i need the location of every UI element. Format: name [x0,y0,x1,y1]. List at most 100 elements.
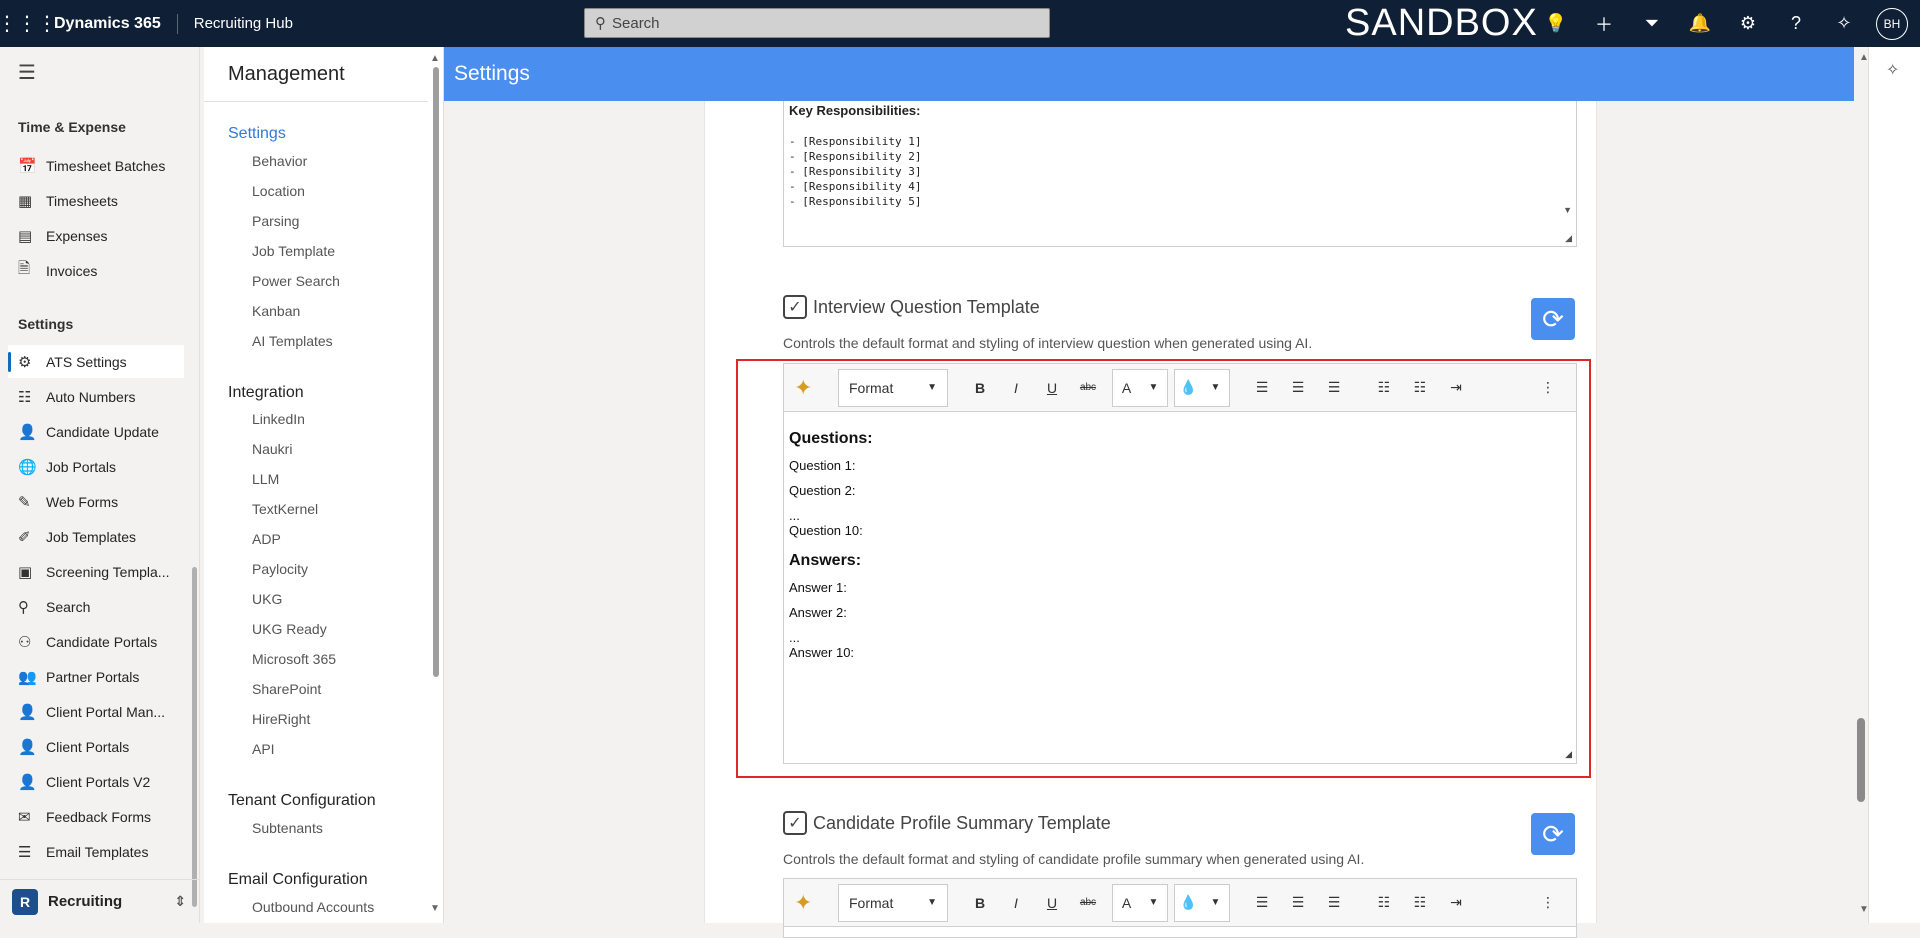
mgmt-item-sharepoint[interactable]: SharePoint [252,681,321,697]
font-color-picker[interactable]: A ▼ [1112,368,1168,407]
mgmt-item-naukri[interactable]: Naukri [252,441,292,457]
sidebar-item-screening-templates[interactable]: ▣ Screening Templa... [8,555,184,588]
align-center-icon[interactable]: ☰ [1280,885,1316,921]
mgmt-item-outbound-accounts[interactable]: Outbound Accounts [252,899,374,915]
indent-icon[interactable]: ⇥ [1438,370,1474,406]
filter-icon[interactable]: ⏷ [1628,0,1676,47]
mgmt-item-ukg-ready[interactable]: UKG Ready [252,621,327,637]
sidebar-item-job-templates[interactable]: ✐ Job Templates [8,520,184,553]
page-scrollbar[interactable] [1857,718,1865,802]
sidebar-item-candidate-update[interactable]: 👤 Candidate Update [8,415,184,448]
search-input[interactable]: ⚲ Search [584,8,1050,38]
candidate-summary-refresh-button[interactable]: ⟳ [1531,813,1575,855]
sidebar-item-timesheet-batches[interactable]: 📅 Timesheet Batches [8,149,184,182]
sidebar-item-expenses[interactable]: ▤ Expenses [8,219,184,252]
sidebar-item-job-portals[interactable]: 🌐 Job Portals [8,450,184,483]
hamburger-icon[interactable]: ☰ [18,60,36,85]
sidebar-item-candidate-portals[interactable]: ⚇ Candidate Portals [8,625,184,658]
sidebar-item-web-forms[interactable]: ✎ Web Forms [8,485,184,518]
sidebar-item-search[interactable]: ⚲ Search [8,590,184,623]
ai-sparkle-icon[interactable]: ✦ [794,375,830,401]
resize-handle-icon[interactable]: ◢ [1565,749,1572,760]
font-color-button[interactable]: A [1113,370,1140,406]
mgmt-item-parsing[interactable]: Parsing [252,213,299,229]
droplet-icon[interactable]: 💧 [1175,370,1202,406]
strikethrough-button[interactable]: abc [1070,370,1106,406]
mgmt-item-ukg[interactable]: UKG [252,591,282,607]
resize-handle-icon[interactable]: ◢ [1565,233,1572,244]
mgmt-item-api[interactable]: API [252,741,275,757]
editor-content[interactable]: Questions: Question 1: Question 2: ... Q… [784,412,1576,664]
mgmt-group-integration[interactable]: Integration [228,384,304,402]
mgmt-group-email-configuration[interactable]: Email Configuration [228,871,368,889]
align-left-icon[interactable]: ☰ [1244,885,1280,921]
sidebar-item-client-portals[interactable]: 👤 Client Portals [8,730,184,763]
interview-refresh-button[interactable]: ⟳ [1531,298,1575,340]
candidate-summary-checkbox[interactable]: ✓ [783,811,807,835]
bold-button[interactable]: B [962,885,998,921]
more-options-icon[interactable]: ⋮ [1530,885,1566,921]
mgmt-item-hireright[interactable]: HireRight [252,711,310,727]
copilot-icon[interactable]: ✧ [1886,60,1899,80]
align-right-icon[interactable]: ☰ [1316,370,1352,406]
font-color-button[interactable]: A [1113,885,1140,921]
mgmt-group-settings[interactable]: Settings [228,125,286,143]
brand-name[interactable]: Dynamics 365 [54,13,178,34]
more-options-icon[interactable]: ⋮ [1530,370,1566,406]
sidebar-item-client-portal-management[interactable]: 👤 Client Portal Man... [8,695,184,728]
mgmt-item-behavior[interactable]: Behavior [252,153,307,169]
mgmt-item-ai-templates[interactable]: AI Templates [252,333,333,349]
sidebar-item-timesheets[interactable]: ▦ Timesheets [8,184,184,217]
plus-icon[interactable]: ＋ [1580,0,1628,47]
sidebar-item-email-templates[interactable]: ☰ Email Templates [8,835,184,868]
bell-icon[interactable]: 🔔 [1676,0,1724,47]
avatar[interactable]: BH [1876,7,1908,40]
app-launcher-icon[interactable]: ⋮⋮⋮ [0,0,57,47]
scroll-down-arrow-icon[interactable]: ▼ [1563,205,1572,215]
underline-button[interactable]: U [1034,370,1070,406]
interview-template-editor[interactable]: ✦ Format ▼ B I U abc A ▼ 💧 ▼ ☰ ☰ ☰ ☷ ☷ ⇥… [783,363,1577,764]
help-icon[interactable]: ? [1772,0,1820,47]
italic-button[interactable]: I [998,885,1034,921]
align-center-icon[interactable]: ☰ [1280,370,1316,406]
chevron-down-icon[interactable]: ▼ [1140,885,1167,921]
mgmt-item-subtenants[interactable]: Subtenants [252,820,323,836]
mgmt-item-paylocity[interactable]: Paylocity [252,561,308,577]
bullet-list-icon[interactable]: ☷ [1366,370,1402,406]
mgmt-item-power-search[interactable]: Power Search [252,273,340,289]
indent-icon[interactable]: ⇥ [1438,885,1474,921]
chevron-down-icon[interactable]: ▼ [1202,885,1229,921]
font-color-picker[interactable]: A ▼ [1112,883,1168,922]
sidebar-item-client-portals-v2[interactable]: 👤 Client Portals V2 [8,765,184,798]
mgmt-item-job-template[interactable]: Job Template [252,243,335,259]
candidate-summary-editor[interactable]: ✦ Format ▼ B I U abc A ▼ 💧 ▼ ☰ ☰ ☰ ☷ ☷ ⇥… [783,878,1577,938]
droplet-icon[interactable]: 💧 [1175,885,1202,921]
sidebar-item-invoices[interactable]: 🗎 Invoices [8,254,184,287]
job-template-editor[interactable]: Key Responsibilities: - [Responsibility … [783,101,1577,247]
sidebar-item-auto-numbers[interactable]: ☷ Auto Numbers [8,380,184,413]
sidebar-item-ats-settings[interactable]: ⚙ ATS Settings [8,345,184,378]
editor-content[interactable]: Key Responsibilities: - [Responsibility … [789,103,921,209]
management-scrollbar[interactable] [433,67,439,677]
mgmt-group-tenant-configuration[interactable]: Tenant Configuration [228,792,376,810]
italic-button[interactable]: I [998,370,1034,406]
highlight-color-picker[interactable]: 💧 ▼ [1174,368,1230,407]
nav-scrollbar[interactable] [192,567,197,907]
scroll-up-arrow-icon[interactable]: ▲ [430,53,440,64]
mgmt-item-linkedin[interactable]: LinkedIn [252,411,305,427]
bullet-list-icon[interactable]: ☷ [1366,885,1402,921]
mgmt-item-microsoft-365[interactable]: Microsoft 365 [252,651,336,667]
sidebar-item-partner-portals[interactable]: 👥 Partner Portals [8,660,184,693]
bold-button[interactable]: B [962,370,998,406]
format-dropdown[interactable]: Format ▼ [838,883,948,922]
area-switcher[interactable]: R Recruiting ⇕ [0,879,200,923]
scroll-down-arrow-icon[interactable]: ▼ [430,903,440,914]
gear-icon[interactable]: ⚙ [1724,0,1772,47]
align-left-icon[interactable]: ☰ [1244,370,1280,406]
highlight-color-picker[interactable]: 💧 ▼ [1174,883,1230,922]
mgmt-item-textkernel[interactable]: TextKernel [252,501,318,517]
underline-button[interactable]: U [1034,885,1070,921]
numbered-list-icon[interactable]: ☷ [1402,885,1438,921]
mgmt-item-kanban[interactable]: Kanban [252,303,300,319]
mgmt-item-llm[interactable]: LLM [252,471,279,487]
